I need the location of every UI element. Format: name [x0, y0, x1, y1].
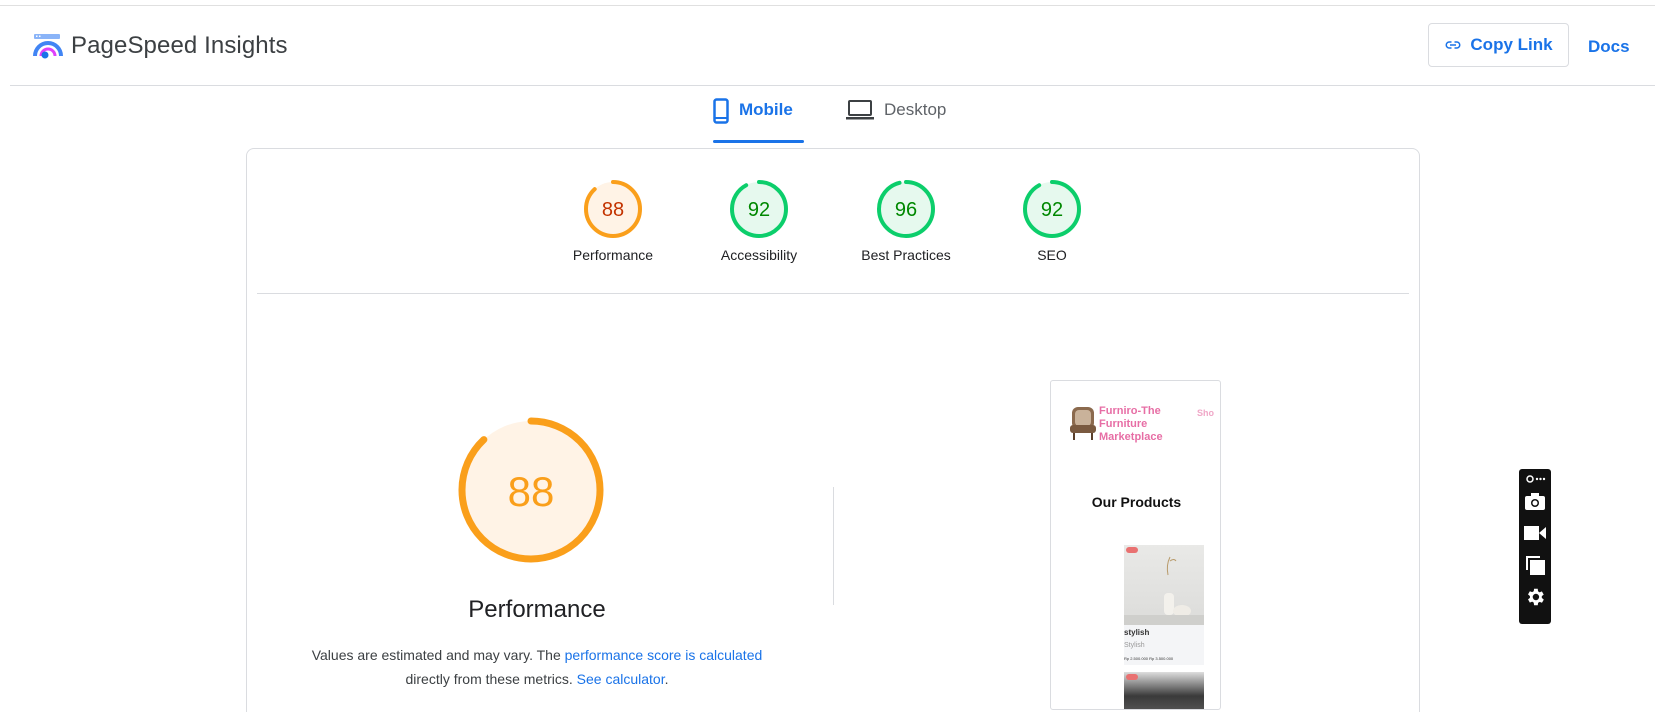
- page-screenshot-thumbnail[interactable]: Furniro-The Furniture Marketplace Sho Ou…: [1050, 380, 1221, 710]
- gauges-divider: [257, 293, 1409, 294]
- phone-icon: [713, 98, 729, 124]
- see-calculator-link[interactable]: See calculator: [577, 671, 665, 687]
- gauge-ring: 88: [584, 180, 642, 238]
- gauge-performance[interactable]: 88 Performance: [543, 179, 683, 263]
- vase-image: [1124, 556, 1204, 625]
- video-icon[interactable]: [1523, 521, 1547, 545]
- more-icon[interactable]: [1523, 471, 1547, 487]
- gauge-accessibility[interactable]: 92 Accessibility: [689, 179, 829, 263]
- gear-icon[interactable]: [1523, 585, 1547, 609]
- app-header: PageSpeed Insights Copy Link Docs: [10, 6, 1655, 86]
- gauge-seo[interactable]: 92 SEO: [982, 179, 1122, 263]
- laptop-icon: [846, 100, 874, 120]
- big-gauge-score: 88: [508, 468, 555, 515]
- docs-link[interactable]: Docs: [1588, 37, 1630, 57]
- gauge-label: Performance: [572, 247, 654, 263]
- thumb-heading: Our Products: [1091, 494, 1182, 510]
- thumb-product-card: stylish Stylish Rp 2.500.000 Rp 3.500.00…: [1124, 545, 1204, 665]
- gauge-label: Accessibility: [720, 247, 798, 263]
- tab-mobile-label: Mobile: [739, 100, 793, 119]
- gauge-score: 92: [748, 199, 770, 221]
- copy-link-button[interactable]: Copy Link: [1428, 23, 1569, 67]
- discount-badge: [1126, 674, 1138, 680]
- performance-score-link[interactable]: performance score is calculated: [565, 647, 763, 663]
- gauge-best-practices[interactable]: 96 Best Practices: [836, 179, 976, 263]
- thumb-brand: Furniro-The Furniture Marketplace: [1099, 405, 1163, 443]
- thumb-product-sub: Stylish: [1124, 642, 1145, 649]
- thumb-product-card-2: [1124, 672, 1204, 709]
- tab-desktop[interactable]: Desktop: [846, 100, 946, 144]
- thumb-nav: Sho: [1197, 408, 1214, 418]
- tab-selected-indicator: [713, 140, 804, 143]
- camera-icon[interactable]: [1523, 489, 1547, 513]
- gauge-score: 92: [1041, 199, 1063, 221]
- vertical-divider: [833, 487, 834, 605]
- chair-image: [1070, 407, 1096, 440]
- thumb-product-price: Rp 2.500.000 Rp 3.500.000: [1124, 656, 1174, 661]
- tab-desktop-label: Desktop: [884, 100, 947, 119]
- gauge-ring: 96: [877, 180, 935, 238]
- tab-mobile[interactable]: Mobile: [713, 98, 793, 144]
- logo-icon: [33, 34, 63, 59]
- link-icon: [1445, 41, 1461, 49]
- performance-big-gauge: 88: [458, 417, 604, 563]
- floating-toolbar: [1519, 469, 1551, 624]
- copy-icon[interactable]: [1523, 553, 1547, 577]
- gauge-ring: 92: [1023, 180, 1081, 238]
- performance-description: Values are estimated and may vary. The p…: [277, 643, 797, 691]
- product-image: [1124, 545, 1204, 625]
- copy-link-label: Copy Link: [1470, 35, 1553, 54]
- performance-title: Performance: [468, 596, 606, 623]
- app-title: PageSpeed Insights: [71, 32, 288, 59]
- gauge-ring: 92: [730, 180, 788, 238]
- gauge-label: Best Practices: [861, 247, 951, 263]
- discount-badge: [1126, 547, 1138, 553]
- gauge-label: SEO: [1037, 247, 1067, 263]
- desc-text: directly from these metrics.: [405, 671, 577, 687]
- desc-text: Values are estimated and may vary. The: [311, 647, 565, 663]
- gauge-score: 96: [895, 199, 917, 221]
- thumb-product-name: stylish: [1124, 628, 1150, 637]
- desc-text: .: [664, 671, 669, 687]
- report-card: 88 Performance 92 Accessibility 96 Best …: [246, 148, 1420, 712]
- gauge-score: 88: [602, 199, 624, 221]
